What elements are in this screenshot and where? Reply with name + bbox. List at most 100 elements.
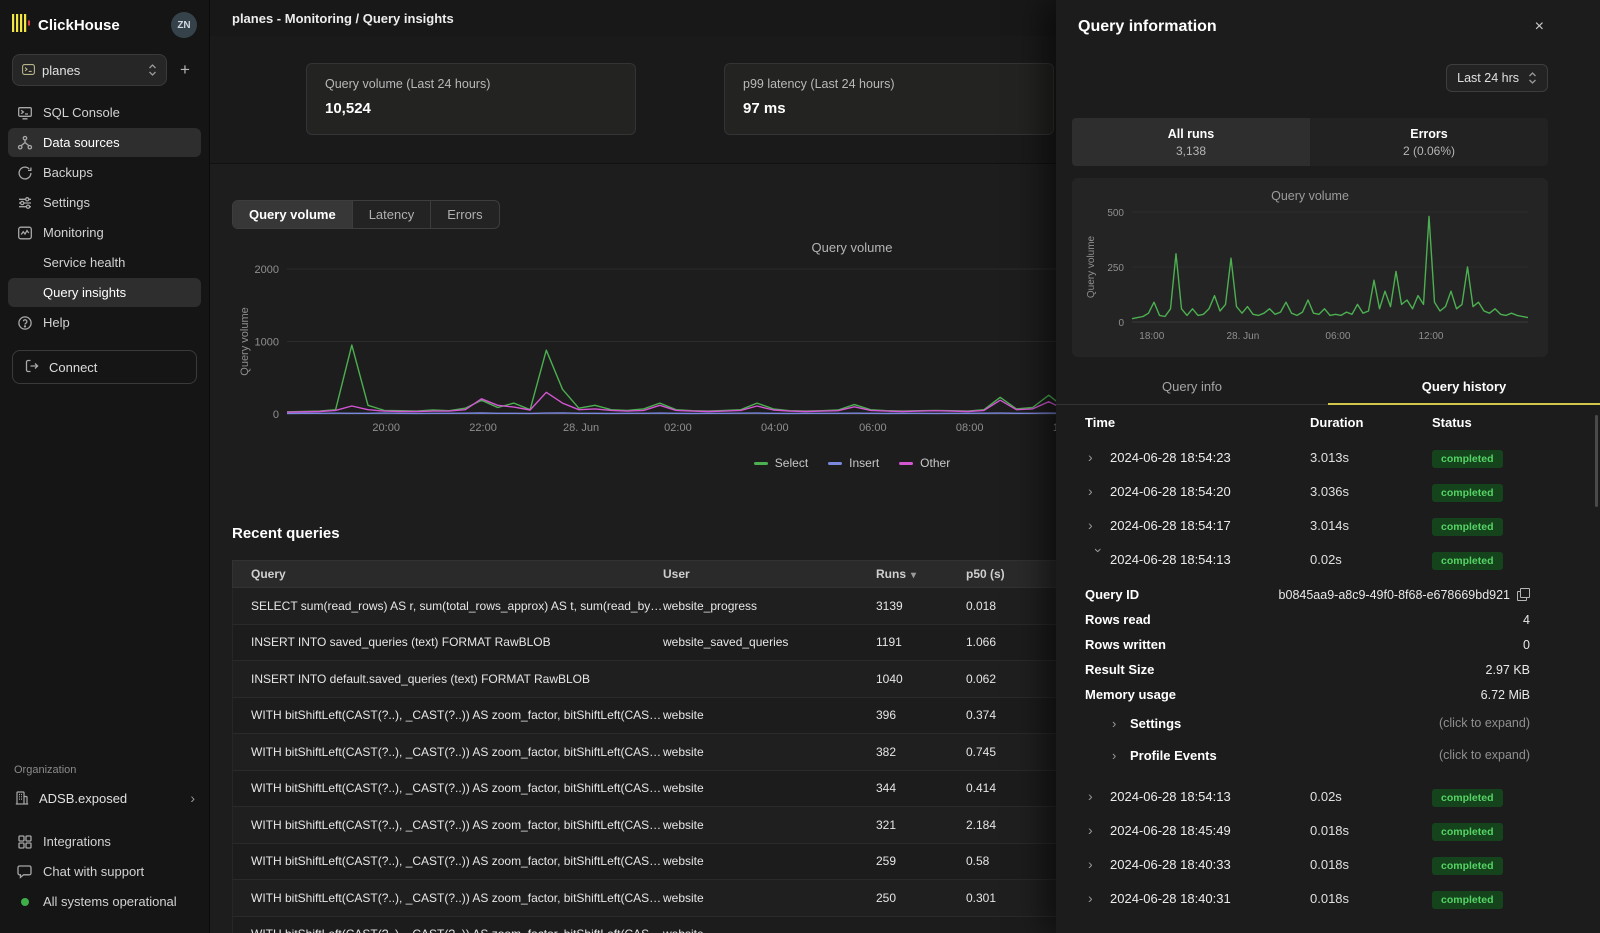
svg-text:Query volume: Query volume <box>1086 235 1097 298</box>
chevron-right-icon[interactable]: › <box>1112 748 1130 763</box>
service-selector[interactable]: planes <box>12 54 167 86</box>
sidebar-item-backups[interactable]: Backups <box>8 158 201 187</box>
column-header-query[interactable]: Query <box>233 567 663 581</box>
svg-text:500: 500 <box>1107 208 1124 219</box>
user-cell: website <box>663 854 876 868</box>
add-service-button[interactable]: + <box>173 58 197 82</box>
sidebar-item-help[interactable]: Help <box>8 308 201 337</box>
svg-text:0: 0 <box>1118 318 1124 329</box>
chevron-right-icon[interactable]: › <box>1088 822 1110 838</box>
tab-query-info[interactable]: Query info <box>1056 371 1328 404</box>
sidebar-item-label: Backups <box>43 165 93 180</box>
legend-item-insert[interactable]: Insert <box>828 456 879 470</box>
runs-cell: 259 <box>876 854 966 868</box>
avatar[interactable]: ZN <box>171 12 197 38</box>
sidebar-item-query-insights[interactable]: Query insights <box>8 278 201 307</box>
column-header-duration[interactable]: Duration <box>1310 415 1432 430</box>
runs-cell: 250 <box>876 891 966 905</box>
chart-view-tabs: Query volume Latency Errors <box>232 200 500 229</box>
brand-row: ClickHouse ZN <box>0 0 209 46</box>
chevron-right-icon[interactable]: › <box>1088 517 1110 533</box>
sidebar-item-data-sources[interactable]: Data sources <box>8 128 201 157</box>
query-cell: SELECT sum(read_rows) AS r, sum(total_ro… <box>233 599 663 613</box>
sidebar-item-chat-support[interactable]: Chat with support <box>8 857 201 886</box>
tab-errors[interactable]: Errors <box>431 201 498 228</box>
detail-label: Rows written <box>1085 637 1166 652</box>
history-run-row[interactable]: ›2024-06-28 18:54:173.014scompleted <box>1056 508 1600 542</box>
history-run-row[interactable]: ›2024-06-28 18:40:310.018scompleted <box>1056 881 1600 915</box>
tab-query-volume[interactable]: Query volume <box>233 201 353 228</box>
user-cell: website <box>663 927 876 933</box>
copy-icon[interactable] <box>1517 588 1530 601</box>
chevron-right-icon[interactable]: › <box>1088 449 1110 465</box>
panel-query-volume-chart[interactable]: 025050018:0028. Jun06:0012:00Query volum… <box>1080 206 1540 346</box>
column-header-time[interactable]: Time <box>1085 415 1310 430</box>
system-status-item[interactable]: All systems operational <box>8 887 201 916</box>
tab-query-history[interactable]: Query history <box>1328 371 1600 405</box>
sidebar-item-label: SQL Console <box>43 105 120 120</box>
expandable-section-settings[interactable]: ›Settings(click to expand) <box>1085 707 1530 739</box>
history-run-row[interactable]: ›2024-06-28 18:54:130.02scompleted <box>1056 779 1600 813</box>
expandable-section-profile-events[interactable]: ›Profile Events(click to expand) <box>1085 739 1530 771</box>
legend-swatch <box>754 462 768 465</box>
integrations-icon <box>17 834 33 850</box>
time-range-select[interactable]: Last 24 hrs <box>1446 64 1548 92</box>
detail-row: Query IDb0845aa9-a8c9-49f0-8f68-e678669b… <box>1085 582 1530 607</box>
sidebar-item-settings[interactable]: Settings <box>8 188 201 217</box>
chevron-right-icon[interactable]: › <box>1112 716 1130 731</box>
legend-swatch <box>828 462 842 465</box>
footer-item-label: Chat with support <box>43 864 144 879</box>
detail-row: Memory usage6.72 MiB <box>1085 682 1530 707</box>
user-cell: website <box>663 891 876 905</box>
user-cell: website_saved_queries <box>663 635 876 649</box>
chevron-down-icon[interactable]: › <box>1091 548 1107 570</box>
chevron-right-icon[interactable]: › <box>1088 483 1110 499</box>
status-badge: completed <box>1432 857 1503 875</box>
sidebar-item-integrations[interactable]: Integrations <box>8 827 201 856</box>
sidebar-item-label: Service health <box>43 255 125 270</box>
chevron-right-icon[interactable]: › <box>1088 890 1110 906</box>
query-history-section: Time Duration Status ›2024-06-28 18:54:2… <box>1056 415 1600 933</box>
connect-button[interactable]: Connect <box>12 350 197 384</box>
svg-text:2000: 2000 <box>255 264 279 276</box>
backups-icon <box>17 165 33 181</box>
history-run-row[interactable]: ›2024-06-28 18:45:490.018scompleted <box>1056 813 1600 847</box>
history-run-row[interactable]: ›2024-06-28 18:40:330.018scompleted <box>1056 847 1600 881</box>
status-ok-dot <box>21 898 29 906</box>
tab-latency[interactable]: Latency <box>353 201 432 228</box>
user-cell: website <box>663 708 876 722</box>
close-icon[interactable]: × <box>1535 19 1544 35</box>
history-run-row[interactable]: ›2024-06-28 18:54:130.02scompleted <box>1056 542 1600 576</box>
legend-label: Other <box>920 456 950 470</box>
chevron-right-icon[interactable]: › <box>1088 788 1110 804</box>
sidebar-item-sql-console[interactable]: SQL Console <box>8 98 201 127</box>
all-runs-tab[interactable]: All runs 3,138 <box>1072 118 1310 166</box>
sidebar-item-service-health[interactable]: Service health <box>8 248 201 277</box>
run-time: 2024-06-28 18:40:31 <box>1110 891 1310 906</box>
column-header-user[interactable]: User <box>663 567 876 581</box>
footer-item-label: All systems operational <box>43 894 177 909</box>
svg-text:06:00: 06:00 <box>859 422 887 434</box>
organization-row[interactable]: ADSB.exposed › <box>0 783 209 813</box>
sidebar-item-label: Query insights <box>43 285 126 300</box>
legend-label: Select <box>775 456 808 470</box>
footer-item-label: Integrations <box>43 834 111 849</box>
stat-value: 97 ms <box>743 100 1035 117</box>
legend-item-other[interactable]: Other <box>899 456 950 470</box>
data-sources-icon <box>17 135 33 151</box>
history-run-row[interactable]: ›2024-06-28 18:54:233.013scompleted <box>1056 440 1600 474</box>
column-header-runs[interactable]: Runs▾ <box>876 567 966 581</box>
sidebar-item-monitoring[interactable]: Monitoring <box>8 218 201 247</box>
history-run-row[interactable]: ›2024-06-28 18:54:203.036scompleted <box>1056 474 1600 508</box>
query-information-panel: Query information × Last 24 hrs All runs… <box>1056 0 1600 933</box>
errors-tab[interactable]: Errors 2 (0.06%) <box>1310 118 1548 166</box>
column-header-status[interactable]: Status <box>1432 415 1582 430</box>
legend-item-select[interactable]: Select <box>754 456 808 470</box>
updown-chevron-icon <box>1528 71 1537 85</box>
expand-hint: (click to expand) <box>1439 716 1530 730</box>
run-duration: 0.018s <box>1310 823 1432 838</box>
stat-label: p99 latency (Last 24 hours) <box>743 77 1035 91</box>
scrollbar-thumb[interactable] <box>1595 415 1598 507</box>
run-details: Query IDb0845aa9-a8c9-49f0-8f68-e678669b… <box>1056 576 1600 779</box>
chevron-right-icon[interactable]: › <box>1088 856 1110 872</box>
